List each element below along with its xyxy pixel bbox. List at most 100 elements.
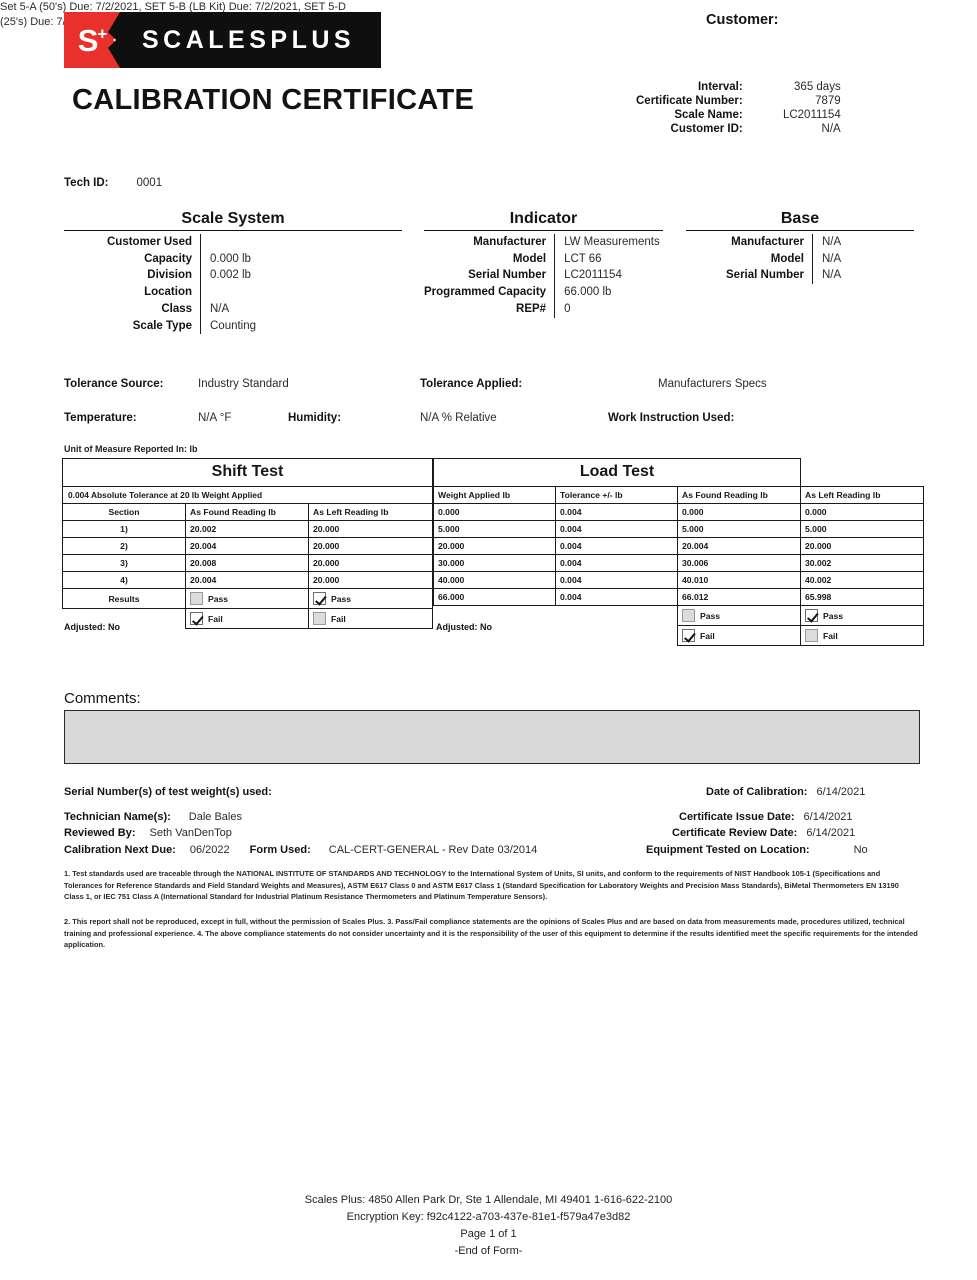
column-header: As Left Reading lb	[800, 486, 924, 504]
table-row: 5.000 0.004 5.000 5.000	[433, 520, 924, 538]
indicator-title: Indicator	[424, 210, 663, 231]
serial-numbers-label: Serial Number(s) of test weight(s) used:	[64, 786, 272, 798]
load-tolerance: 0.004	[555, 537, 678, 555]
load-tolerance: 0.004	[555, 520, 678, 538]
load-as-left: 40.002	[800, 571, 924, 589]
shift-results-label: Results	[62, 588, 186, 609]
shift-adjusted-note: Adjusted: No	[64, 622, 120, 632]
table-row: Manufacturer LW Measurements	[424, 234, 663, 251]
table-row: Location	[64, 284, 402, 301]
load-adjusted-note: Adjusted: No	[436, 622, 492, 632]
page-number: Page 1 of 1	[460, 1228, 517, 1241]
base-panel: Base Manufacturer N/A Model N/A Serial N…	[686, 210, 914, 285]
load-tolerance: 0.004	[555, 554, 678, 572]
table-row: Serial Number N/A	[686, 267, 914, 285]
table-row: 20.000 0.004 20.004 20.000	[433, 537, 924, 555]
load-as-left-fail-cell: Fail	[800, 625, 924, 646]
table-row: Certificate Number: 7879	[636, 94, 841, 108]
shift-as-found: 20.004	[185, 571, 309, 589]
meta-label: Scale Name:	[674, 109, 743, 121]
table-row: 1) 20.002 20.000	[62, 520, 433, 538]
load-test-title: Load Test	[433, 458, 801, 487]
spec-label: Division	[64, 267, 201, 285]
shift-as-found-fail-checkbox[interactable]	[190, 612, 203, 625]
shift-section: 2)	[62, 537, 186, 555]
meta-label: Interval:	[697, 81, 743, 93]
table-row: Serial Number LC2011154	[424, 267, 663, 285]
shift-as-found-pass-cell: Pass	[185, 588, 309, 609]
shift-as-found-pass-checkbox[interactable]	[190, 592, 203, 605]
certificate-issue-date-row: Certificate Issue Date: 6/14/2021	[679, 811, 853, 823]
unit-of-measure-note: Unit of Measure Reported In: lb	[64, 444, 198, 454]
load-as-found-fail-cell: Fail	[677, 625, 801, 646]
equipment-tested-on-location-row: Equipment Tested on Location: No	[646, 844, 868, 856]
technician-row: Technician Name(s): Dale Bales	[64, 811, 242, 823]
table-row: Programmed Capacity 66.000 lb	[424, 284, 663, 301]
load-as-found: 5.000	[677, 520, 801, 538]
load-test-table: Load Test Weight Applied lb Tolerance +/…	[433, 458, 924, 646]
meta-value: 7879	[815, 95, 841, 107]
spec-label: Customer Used	[64, 234, 201, 251]
spec-label: Capacity	[64, 250, 201, 268]
spec-value: N/A	[822, 269, 842, 282]
load-weight: 20.000	[433, 537, 556, 555]
customer-label: Customer:	[706, 12, 779, 28]
table-row: Pass Pass	[434, 605, 924, 626]
load-as-left: 65.998	[800, 588, 924, 606]
table-row: Weight Applied lb Tolerance +/- lb As Fo…	[433, 486, 924, 504]
load-as-found: 66.012	[677, 588, 801, 606]
spec-value: LW Measurements	[564, 236, 660, 248]
shift-as-left: 20.000	[308, 554, 433, 572]
spec-value	[201, 234, 403, 251]
meta-value: N/A	[821, 123, 841, 135]
shift-as-left-fail-checkbox[interactable]	[313, 612, 326, 625]
load-as-found: 30.006	[677, 554, 801, 572]
load-as-left: 30.002	[800, 554, 924, 572]
spec-value: 0.000 lb	[210, 252, 251, 265]
load-as-found-fail-checkbox[interactable]	[682, 629, 695, 642]
company-address: Scales Plus: 4850 Allen Park Dr, Ste 1 A…	[304, 1194, 673, 1206]
indicator-rows: Manufacturer LW Measurements Model LCT 6…	[424, 234, 663, 318]
indicator-panel: Indicator Manufacturer LW Measurements M…	[424, 210, 663, 318]
load-tolerance: 0.004	[555, 588, 678, 606]
shift-test-title: Shift Test	[62, 458, 433, 487]
load-weight: 30.000	[433, 554, 556, 572]
load-as-left-fail-checkbox[interactable]	[805, 629, 818, 642]
column-header: Section	[62, 503, 186, 521]
table-row: Customer ID: N/A	[636, 122, 841, 136]
load-as-left: 20.000	[800, 537, 924, 555]
spec-value: 0	[564, 302, 571, 315]
table-row: Scale Type Counting	[64, 317, 402, 335]
table-row: Scale Name: LC2011154	[636, 108, 840, 122]
spec-value: 66.000 lb	[564, 286, 612, 299]
spec-label: Scale Type	[64, 317, 201, 335]
column-header: Weight Applied lb	[433, 486, 556, 504]
load-weight: 66.000	[433, 588, 556, 606]
page-title: CALIBRATION CERTIFICATE	[72, 84, 475, 116]
shift-section: 3)	[62, 554, 186, 572]
load-as-left-pass-checkbox[interactable]	[805, 609, 818, 622]
table-row: 40.000 0.004 40.010 40.002	[433, 571, 924, 589]
table-row: 4) 20.004 20.000	[62, 571, 433, 589]
shift-as-left-pass-cell: Pass	[308, 588, 433, 609]
meta-label: Customer ID:	[670, 123, 743, 135]
shift-test-table: Shift Test 0.004 Absolute Tolerance at 2…	[62, 458, 433, 629]
base-rows: Manufacturer N/A Model N/A Serial Number…	[686, 234, 914, 285]
scale-system-rows: Customer Used Capacity 0.000 lb Division…	[64, 234, 403, 335]
legal-paragraph-1: 1. Test standards used are traceable thr…	[64, 869, 899, 902]
logo-mark-icon: S+	[64, 12, 120, 68]
table-row: Section As Found Reading lb As Left Read…	[62, 503, 433, 521]
load-blank-cell	[556, 626, 678, 646]
column-header: As Left Reading lb	[308, 503, 433, 521]
load-tolerance: 0.004	[555, 503, 678, 521]
comments-box[interactable]	[64, 710, 920, 764]
load-as-left: 0.000	[800, 503, 924, 521]
load-as-found-pass-checkbox[interactable]	[682, 609, 695, 622]
scalesplus-logo: S+ SCALESPLUS	[64, 12, 382, 68]
table-row: 0.004 Absolute Tolerance at 20 lb Weight…	[62, 486, 433, 504]
shift-as-left-pass-checkbox[interactable]	[313, 592, 326, 605]
shift-section: 4)	[62, 571, 186, 589]
tolerance-source-label: Tolerance Source:	[64, 378, 164, 390]
spec-label: Location	[64, 284, 201, 301]
load-title-spacer	[801, 459, 924, 487]
